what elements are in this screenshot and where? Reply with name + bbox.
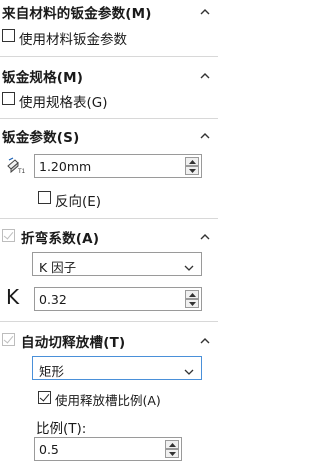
divider [0,56,218,57]
thickness-value: 1.20mm [39,159,92,174]
checkbox-box[interactable] [2,92,15,105]
use-gauge-table-label: 使用规格表(G) [19,95,108,111]
bend-allowance-checkbox[interactable] [2,229,15,242]
reverse-label: 反向(E) [55,194,102,210]
k-factor-input[interactable]: 0.32 [34,287,202,311]
reverse-checkbox[interactable]: 反向(E) [38,190,138,210]
relief-checkbox[interactable] [2,333,15,346]
k-factor-symbol: K [6,285,20,309]
thickness-input[interactable]: 1.20mm [34,154,202,178]
bend-type-select[interactable]: K 因子 [32,252,202,276]
spin-down-icon[interactable] [165,449,179,458]
chevron-up-icon[interactable] [200,232,210,242]
chevron-up-icon[interactable] [200,7,210,17]
spin-down-icon[interactable] [185,299,199,308]
spin-up-icon[interactable] [185,157,199,166]
divider [0,118,218,119]
use-gauge-table-checkbox[interactable]: 使用规格表(G) [2,91,202,111]
svg-text:T1: T1 [18,169,26,175]
checkbox-box[interactable] [38,391,51,404]
use-relief-ratio-checkbox[interactable]: 使用释放槽比例(A) [38,390,213,408]
section-title-gauge: 钣金规格(M) [2,70,84,86]
spin-up-icon[interactable] [185,290,199,299]
divider [0,218,218,219]
section-header-parameters[interactable]: 钣金参数(S) [0,124,218,150]
section-header-material[interactable]: 来自材料的钣金参数(M) [0,0,218,26]
section-header-gauge[interactable]: 钣金规格(M) [0,64,218,90]
chevron-up-icon[interactable] [200,336,210,346]
section-title-relief: 自动切释放槽(T) [21,335,126,351]
bend-type-value: K 因子 [39,260,77,275]
relief-ratio-label: 比例(T): [36,421,87,437]
section-header-bend-allowance[interactable]: 折弯系数(A) [0,225,218,251]
dropdown-arrow-icon [184,365,194,375]
dropdown-arrow-icon [184,261,194,271]
checkbox-box[interactable] [38,191,51,204]
relief-type-select[interactable]: 矩形 [32,356,202,380]
section-title-parameters: 钣金参数(S) [2,130,80,146]
chevron-up-icon[interactable] [200,131,210,141]
relief-ratio-value: 0.5 [39,442,59,457]
section-title-material: 来自材料的钣金参数(M) [2,6,152,22]
thickness-icon: T1 [6,157,26,175]
spin-up-icon[interactable] [165,440,179,449]
divider [0,321,218,322]
relief-ratio-input[interactable]: 0.5 [34,437,182,461]
use-material-params-checkbox[interactable]: 使用材料钣金参数 [2,28,202,48]
spin-down-icon[interactable] [185,166,199,175]
relief-type-value: 矩形 [39,364,65,379]
section-title-bend-allowance: 折弯系数(A) [21,231,100,247]
chevron-up-icon[interactable] [200,71,210,81]
use-relief-ratio-label: 使用释放槽比例(A) [55,393,161,408]
checkbox-box[interactable] [2,29,15,42]
use-material-params-label: 使用材料钣金参数 [19,32,127,48]
k-factor-value: 0.32 [39,292,67,307]
section-header-relief[interactable]: 自动切释放槽(T) [0,329,218,355]
